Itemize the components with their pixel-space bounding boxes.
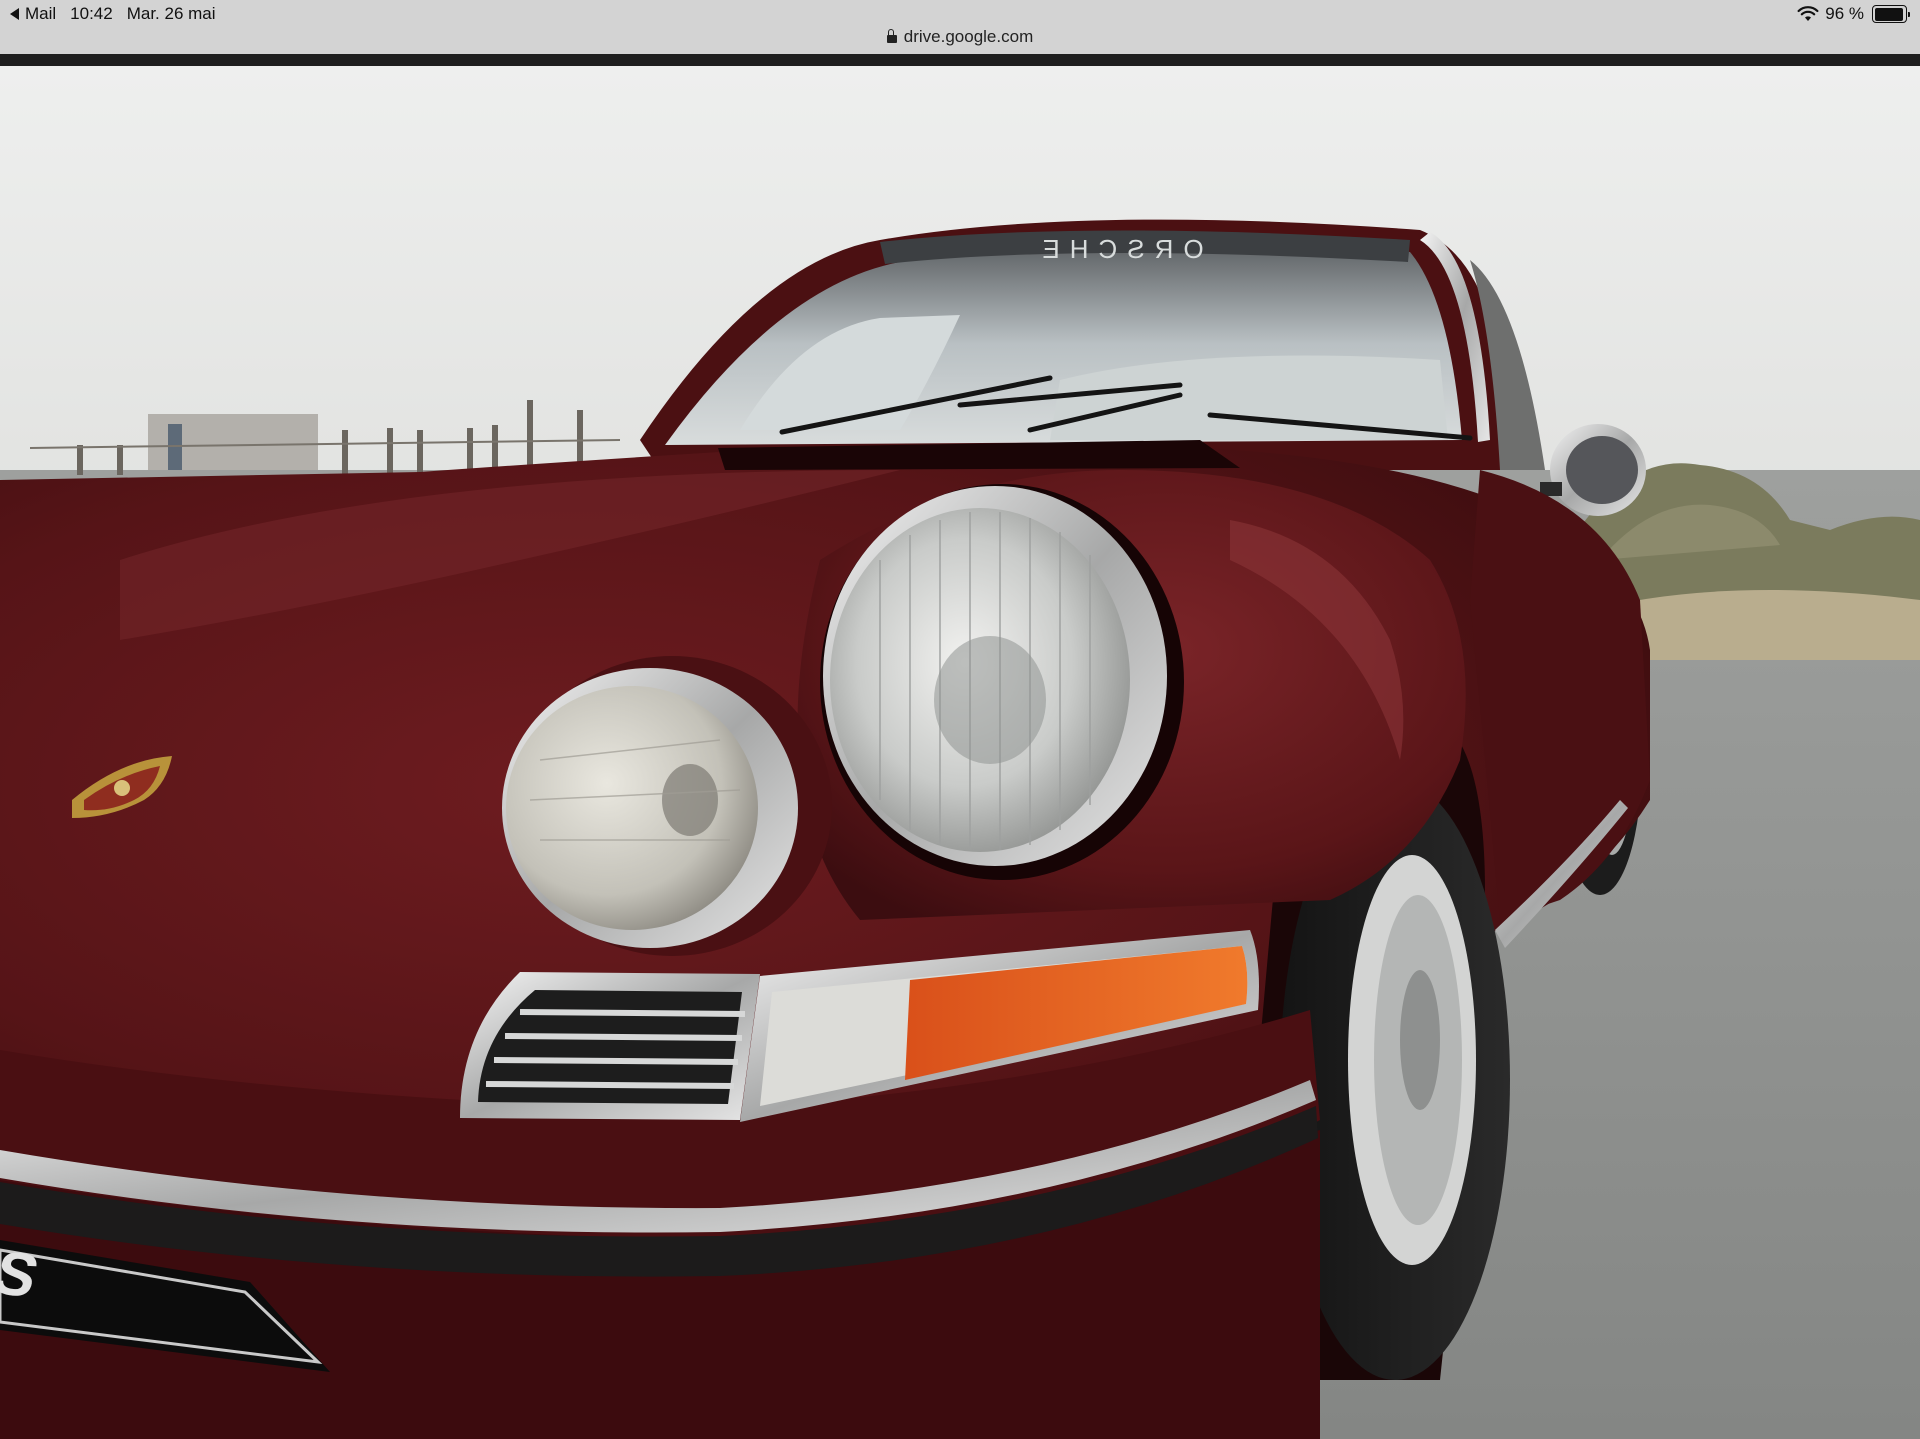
battery-cap bbox=[1908, 11, 1910, 17]
status-left: Mail 10:42 Mar. 26 mai bbox=[10, 4, 216, 24]
battery-percent: 96 % bbox=[1825, 4, 1864, 23]
car-photo[interactable]: ORSCHE 32-PS bbox=[0, 66, 1920, 1439]
status-right: 96 % bbox=[1797, 4, 1910, 24]
battery-body bbox=[1872, 5, 1907, 23]
back-to-mail-button[interactable]: Mail bbox=[10, 4, 56, 24]
back-arrow-icon bbox=[10, 8, 19, 20]
url-text: drive.google.com bbox=[903, 27, 1034, 46]
battery-fill bbox=[1874, 7, 1904, 21]
wifi-icon bbox=[1797, 6, 1819, 21]
lock-icon bbox=[886, 29, 897, 43]
drive-viewer-toolbar bbox=[0, 54, 1920, 66]
address-bar[interactable]: drive.google.com bbox=[0, 27, 1920, 47]
battery-icon bbox=[1872, 5, 1910, 23]
status-time: 10:42 bbox=[70, 4, 113, 23]
back-app-label: Mail bbox=[25, 4, 57, 23]
status-date: Mar. 26 mai bbox=[126, 4, 216, 23]
windshield-banner-text: ORSCHE bbox=[1032, 234, 1203, 264]
status-bar: Mail 10:42 Mar. 26 mai drive.google.com … bbox=[0, 0, 1920, 54]
ipad-screen: Mail 10:42 Mar. 26 mai drive.google.com … bbox=[0, 0, 1920, 1439]
